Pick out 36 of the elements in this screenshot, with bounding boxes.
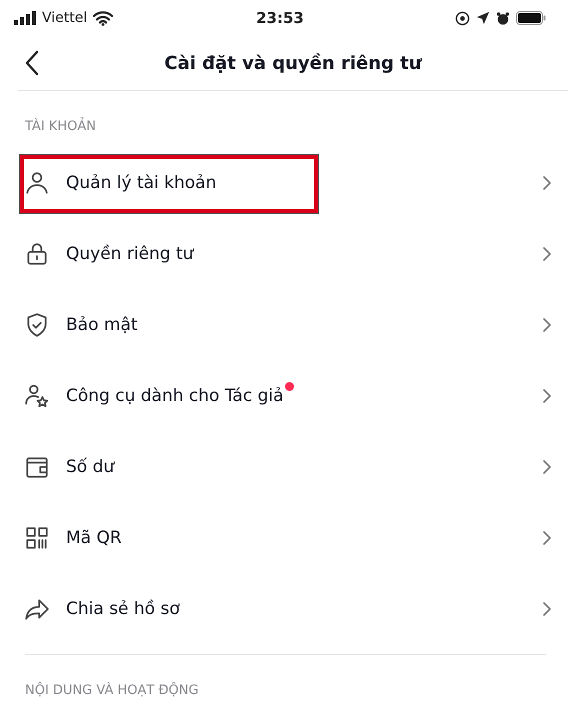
alarm-icon [496, 10, 510, 26]
settings-item[interactable]: Chia sẻ hồ sơ [0, 573, 586, 644]
item-label: Công cụ dành cho Tác giả [66, 386, 284, 406]
signal-icon [14, 11, 36, 25]
location-icon [476, 11, 490, 25]
person-star-icon [24, 382, 50, 408]
item-label: Chia sẻ hồ sơ [66, 598, 180, 618]
settings-item[interactable]: Quản lý tài khoản [0, 147, 586, 218]
chevron-right-icon [542, 174, 552, 190]
person-icon [24, 170, 50, 196]
settings-item[interactable]: Quyền riêng tư [0, 218, 586, 289]
chevron-right-icon [542, 458, 552, 474]
chevron-right-icon [542, 316, 552, 332]
item-label: Số dư [66, 456, 114, 476]
settings-item[interactable]: Bảo mật [0, 289, 586, 360]
battery-icon [516, 11, 546, 25]
wifi-icon [93, 10, 114, 26]
qr-code-icon [24, 524, 50, 550]
chevron-right-icon [542, 246, 552, 262]
chevron-right-icon [542, 388, 552, 404]
settings-item[interactable]: Công cụ dành cho Tác giả [0, 360, 586, 431]
back-chevron-icon [24, 50, 40, 76]
settings-item[interactable]: Mã QR [0, 502, 586, 573]
section-heading: NỘI DUNG VÀ HOẠT ĐỘNG [25, 683, 199, 698]
chevron-right-icon [542, 530, 552, 546]
rotation-lock-icon [455, 10, 470, 26]
item-label: Mã QR [66, 528, 122, 548]
carrier-name: Viettel [42, 10, 88, 26]
item-label: Quản lý tài khoản [66, 172, 216, 192]
item-label: Bảo mật [66, 314, 138, 334]
status-time: 23:53 [256, 9, 304, 27]
chevron-right-icon [542, 600, 552, 616]
settings-item[interactable]: Số dư [0, 431, 586, 502]
section-heading: TÀI KHOẢN [25, 119, 96, 134]
item-label: Quyền riêng tư [66, 244, 194, 264]
page-title: Cài đặt và quyền riêng tư [164, 52, 422, 74]
